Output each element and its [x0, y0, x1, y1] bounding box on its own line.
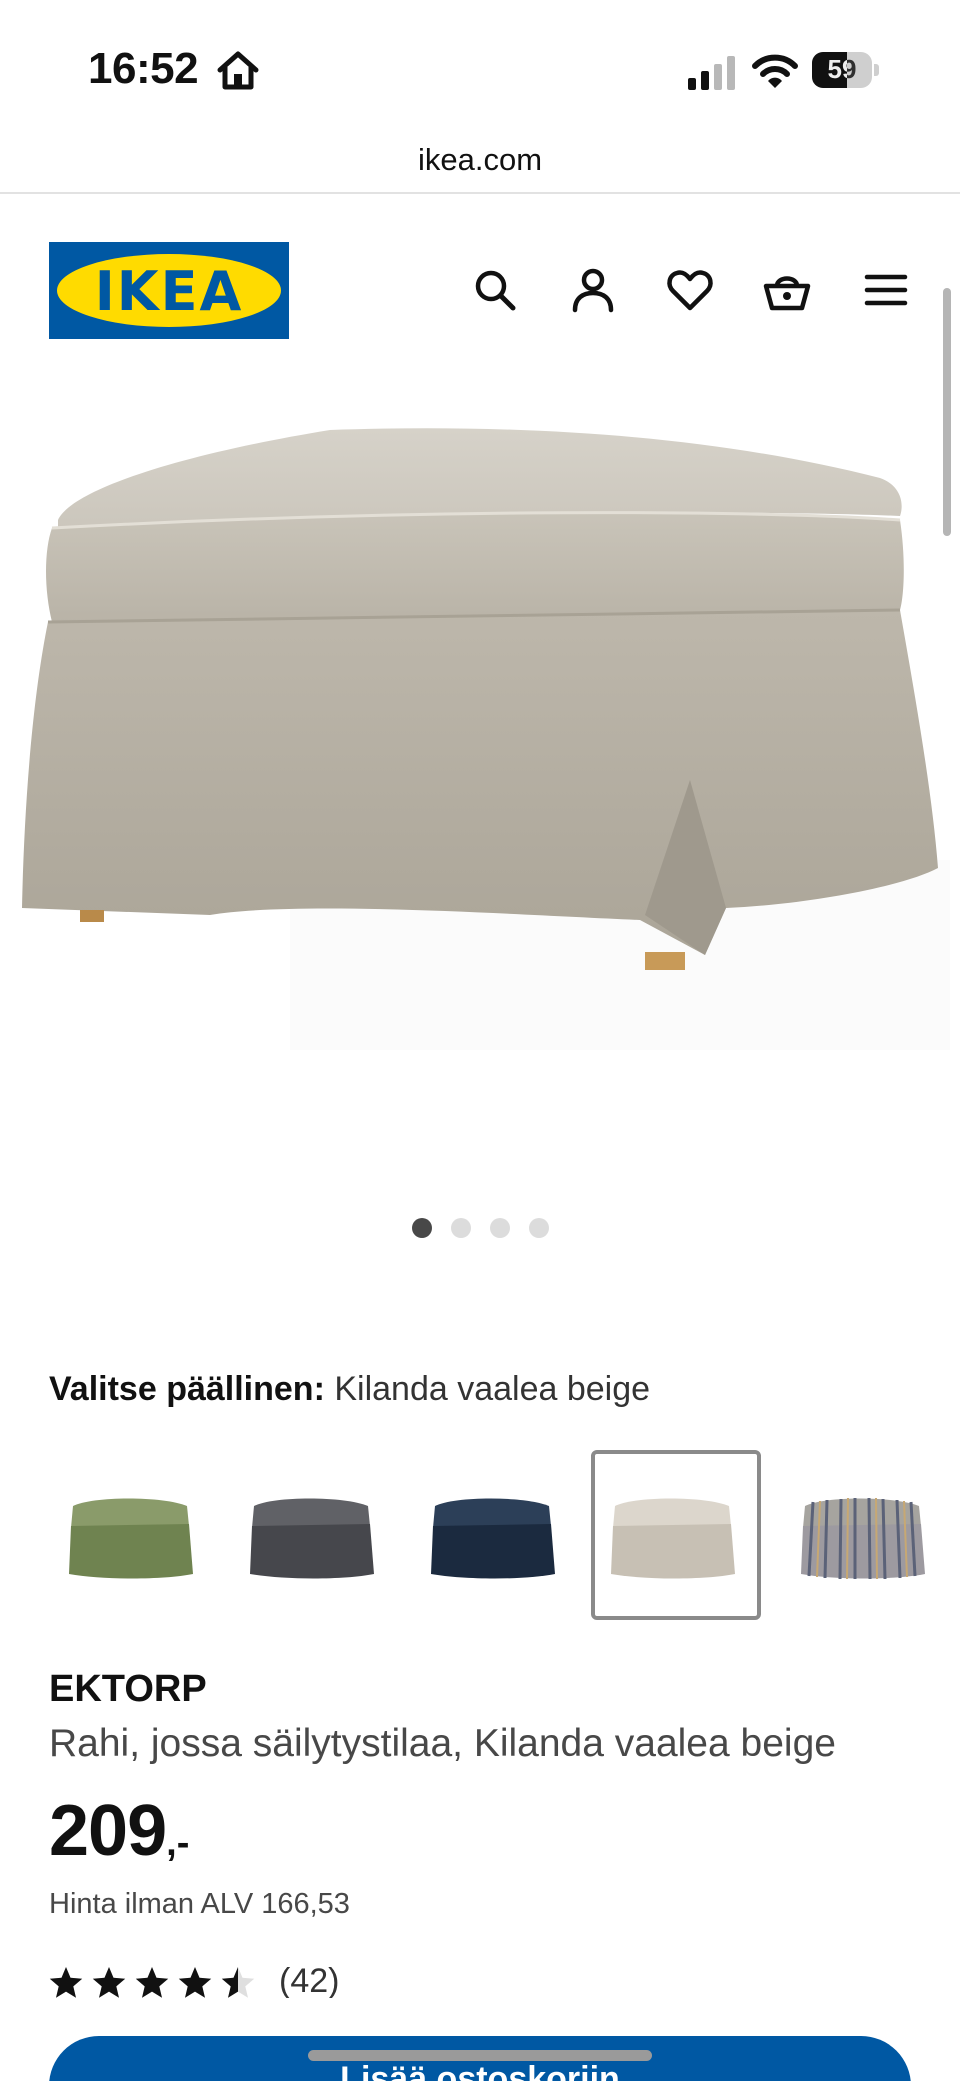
- product-rating[interactable]: (42): [49, 1964, 389, 1998]
- product-description: Rahi, jossa säilytystilaa, Kilanda vaale…: [49, 1722, 836, 1765]
- logo-text: IKEA: [94, 260, 244, 323]
- status-bar: 16:52 59: [0, 0, 960, 130]
- cover-swatches: [49, 1450, 960, 1620]
- add-to-cart-label: Lisää ostoskoriin: [340, 2060, 620, 2081]
- cover-selection-label: Valitse päällinen: Kilanda vaalea beige: [49, 1370, 650, 1409]
- star-filled: [135, 1967, 169, 1998]
- battery-cap: [874, 64, 879, 76]
- browser-url-bar[interactable]: ikea.com: [0, 130, 960, 194]
- gallery-pagination: [0, 1218, 960, 1246]
- star-filled: [92, 1967, 126, 1998]
- cover-label-title: Valitse päällinen:: [49, 1370, 325, 1408]
- rating-stars: [49, 1967, 255, 1998]
- gallery-dot[interactable]: [411, 1218, 432, 1238]
- menu-icon[interactable]: [862, 266, 910, 314]
- gallery-dot[interactable]: [528, 1218, 549, 1238]
- star-filled: [49, 1967, 83, 1998]
- user-icon[interactable]: [569, 266, 617, 314]
- cellular-signal-icon: [688, 56, 738, 90]
- status-time: 16:52: [88, 44, 199, 93]
- home-indicator: [308, 2050, 652, 2061]
- heart-icon[interactable]: [666, 266, 714, 314]
- cover-swatch-green[interactable]: [49, 1450, 219, 1620]
- home-icon: [216, 48, 260, 92]
- gallery-dot[interactable]: [489, 1218, 510, 1238]
- review-count: (42): [279, 1964, 340, 1998]
- cover-swatch-striped[interactable]: [781, 1450, 951, 1620]
- battery-percentage: 59: [827, 54, 857, 84]
- cover-swatch-light-beige[interactable]: [591, 1450, 761, 1620]
- price-without-vat: Hinta ilman ALV 166,53: [49, 1888, 350, 1920]
- ikea-logo[interactable]: IKEA: [49, 242, 289, 339]
- cover-label-value: Kilanda vaalea beige: [334, 1370, 651, 1408]
- price-amount: 209: [49, 1791, 167, 1871]
- url-text: ikea.com: [417, 142, 543, 177]
- cover-swatch-dark-gray[interactable]: [230, 1450, 400, 1620]
- search-icon[interactable]: [471, 266, 519, 314]
- battery-indicator: 59: [812, 52, 880, 88]
- price-suffix: ,-: [166, 1822, 190, 1864]
- product-brand[interactable]: EKTORP: [49, 1668, 207, 1711]
- gallery-dot[interactable]: [450, 1218, 471, 1238]
- star-filled: [178, 1967, 212, 1998]
- product-price: 209,-: [49, 1790, 189, 1872]
- basket-icon[interactable]: [763, 266, 811, 314]
- product-image[interactable]: [0, 360, 960, 1080]
- wifi-icon: [752, 52, 798, 90]
- cover-swatch-dark-blue[interactable]: [411, 1450, 581, 1620]
- battery-body: 59: [812, 52, 872, 88]
